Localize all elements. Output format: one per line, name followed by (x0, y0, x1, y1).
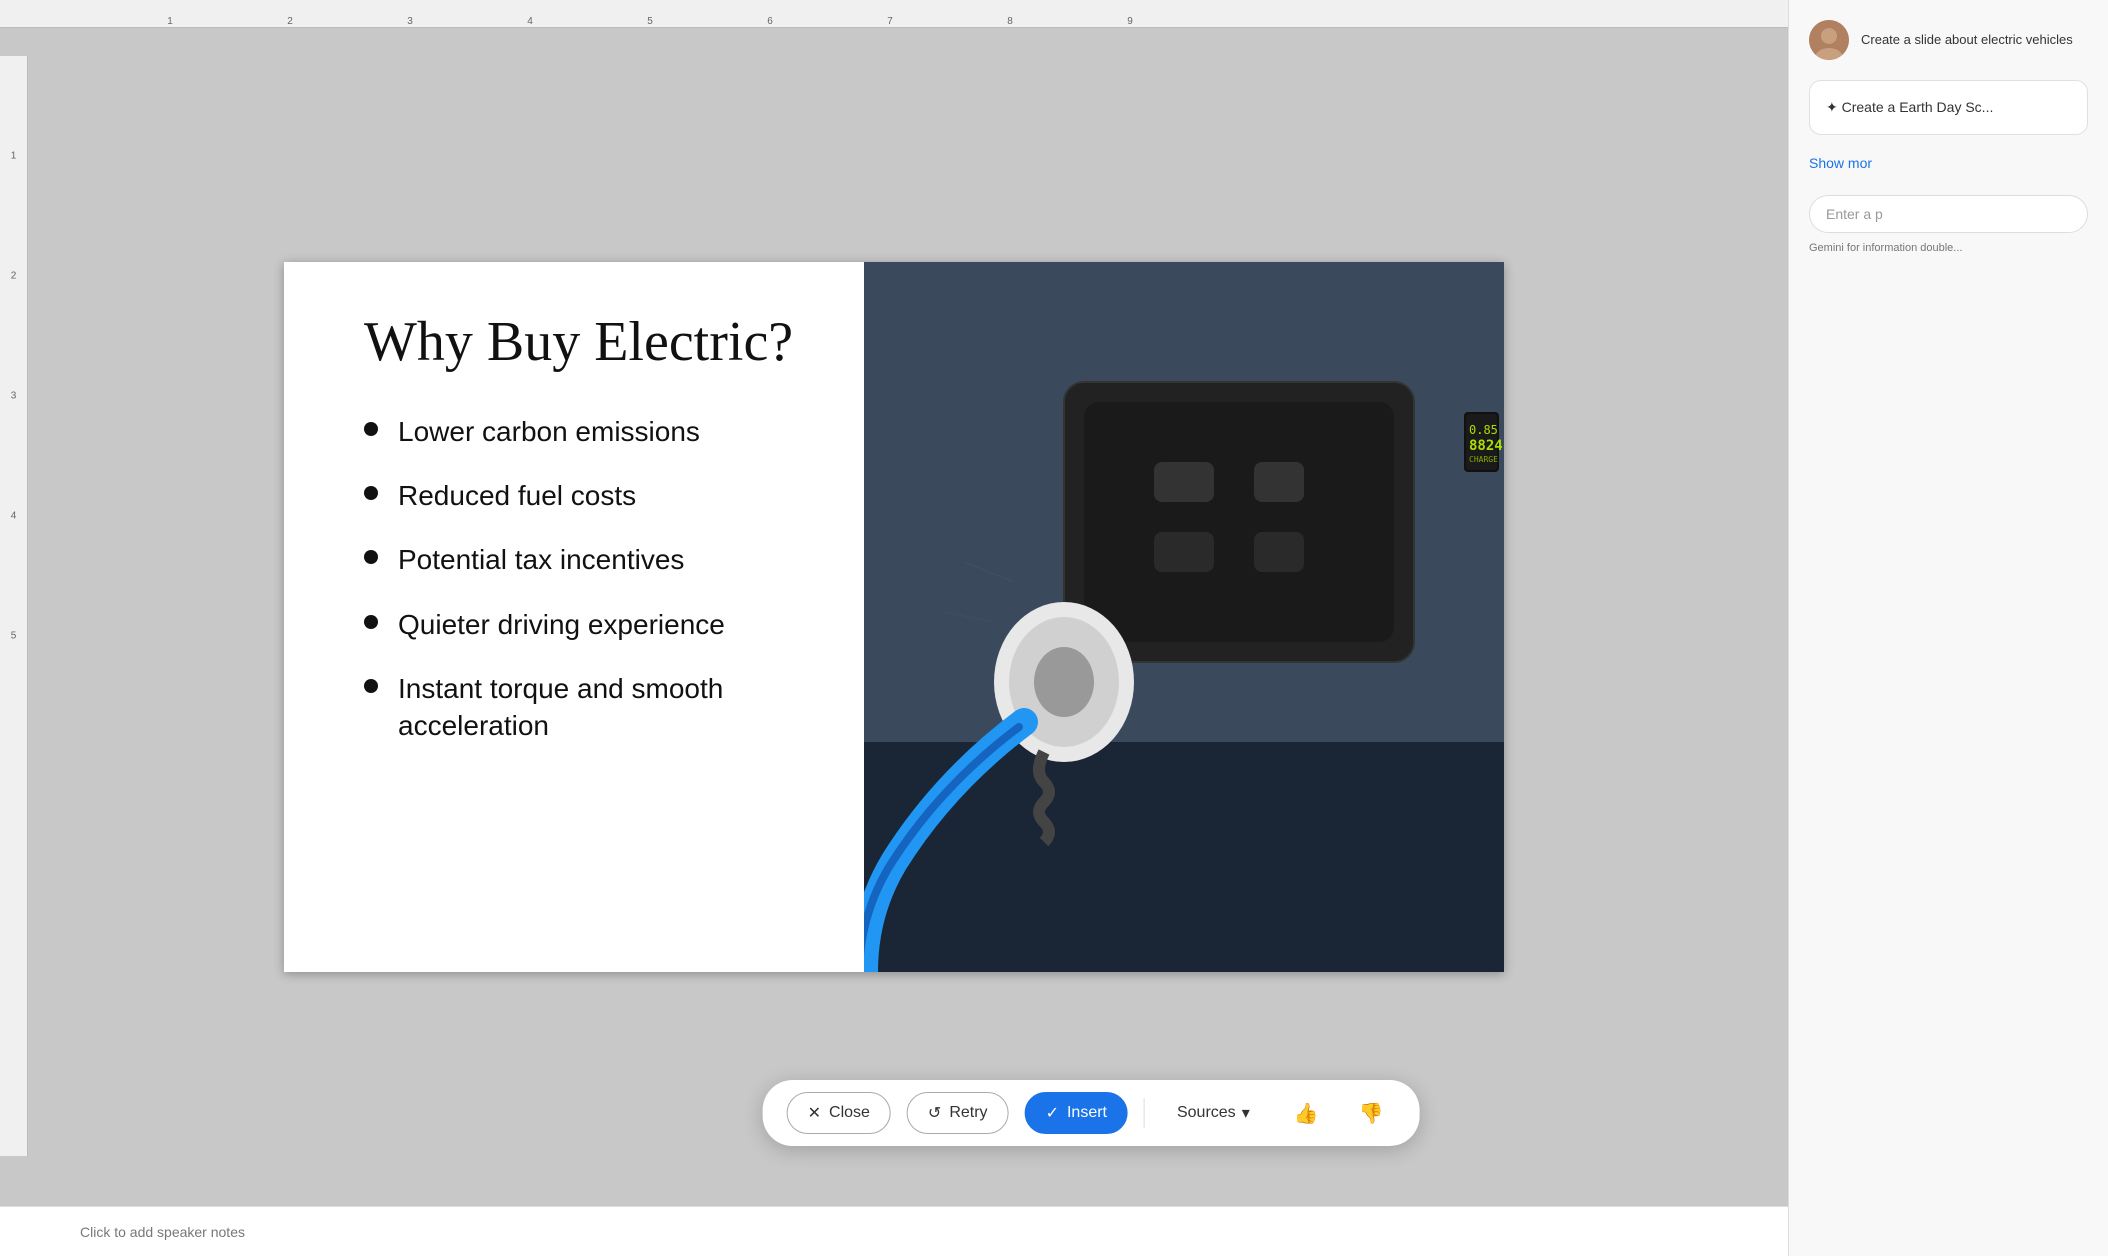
svg-text:0.85: 0.85 (1469, 423, 1498, 437)
sidebar-footer-text: Gemini for information double... (1809, 242, 1962, 254)
bullet-dot-5 (364, 679, 378, 693)
retry-label: Retry (949, 1104, 987, 1122)
thumbs-up-button[interactable]: 👍 (1282, 1093, 1331, 1134)
retry-icon: ↺ (928, 1103, 941, 1123)
bullet-dot-2 (364, 486, 378, 500)
close-icon: ✕ (808, 1103, 821, 1123)
sidebar-footer: Gemini for information double... (1809, 241, 2088, 256)
ruler-top: 1 2 3 4 5 6 7 8 9 (0, 0, 1788, 28)
ruler-mark-3: 3 (407, 16, 413, 27)
ev-charging-image: 0.85 8824 CHARGE (864, 262, 1504, 972)
ruler-mark-9: 9 (1127, 16, 1133, 27)
sources-label: Sources (1177, 1104, 1236, 1122)
bullet-item-2[interactable]: Reduced fuel costs (364, 478, 824, 514)
show-more-label: Show mor (1809, 155, 1872, 171)
ruler-left: 1 2 3 4 5 (0, 56, 28, 1156)
insert-button[interactable]: ✓ Insert (1025, 1092, 1128, 1134)
bullet-item-1[interactable]: Lower carbon emissions (364, 414, 824, 450)
slide-right-panel: 0.85 8824 CHARGE (864, 262, 1504, 972)
notes-bar[interactable]: Click to add speaker notes (0, 1206, 1788, 1256)
slide-title[interactable]: Why Buy Electric? (364, 312, 824, 374)
thumbs-down-button[interactable]: 👎 (1347, 1093, 1396, 1134)
ruler-mark-8: 8 (1007, 16, 1013, 27)
ruler-vmark-2: 2 (0, 271, 27, 282)
bullet-text-4: Quieter driving experience (398, 607, 725, 643)
bullet-item-3[interactable]: Potential tax incentives (364, 542, 824, 578)
insert-label: Insert (1067, 1104, 1107, 1122)
ruler-mark-2: 2 (287, 16, 293, 27)
action-bar: ✕ Close ↺ Retry ✓ Insert Sources ▾ 👍 👎 (763, 1080, 1420, 1146)
bullet-text-3: Potential tax incentives (398, 542, 684, 578)
svg-text:CHARGE: CHARGE (1469, 455, 1498, 464)
gemini-suggestion-text: ✦ Create a Earth Day Sc... (1826, 97, 2071, 118)
sidebar-input-placeholder: Enter a p (1826, 206, 1883, 222)
action-bar-divider (1144, 1098, 1145, 1128)
bullet-dot-3 (364, 550, 378, 564)
sidebar-prompt: Create a slide about electric vehicles (1861, 31, 2073, 49)
sources-button[interactable]: Sources ▾ (1161, 1093, 1266, 1133)
ruler-mark-6: 6 (767, 16, 773, 27)
sidebar-prompt-text: Create a slide about electric vehicles (1861, 32, 2073, 47)
slide-bullet-list: Lower carbon emissions Reduced fuel cost… (364, 414, 824, 772)
sidebar-input-area: Enter a p (1809, 195, 2088, 233)
show-more-button[interactable]: Show mor (1809, 151, 2088, 175)
close-label: Close (829, 1104, 870, 1122)
ruler-vmark-3: 3 (0, 391, 27, 402)
sidebar-input[interactable]: Enter a p (1809, 195, 2088, 233)
ruler-mark-5: 5 (647, 16, 653, 27)
ruler-vmark-5: 5 (0, 631, 27, 642)
ev-charging-svg: 0.85 8824 CHARGE (864, 262, 1504, 972)
slide[interactable]: Why Buy Electric? Lower carbon emissions… (284, 262, 1504, 972)
sources-chevron-icon: ▾ (1242, 1103, 1250, 1123)
ruler-mark-4: 4 (527, 16, 533, 27)
thumbs-up-icon: 👍 (1294, 1101, 1319, 1126)
close-button[interactable]: ✕ Close (787, 1092, 891, 1134)
check-icon: ✓ (1046, 1103, 1059, 1123)
retry-button[interactable]: ↺ Retry (907, 1092, 1009, 1134)
right-sidebar: Create a slide about electric vehicles ✦… (1788, 0, 2108, 1256)
notes-placeholder: Click to add speaker notes (80, 1224, 245, 1240)
ruler-mark-1: 1 (167, 16, 173, 27)
avatar (1809, 20, 1849, 60)
slide-container: 1 2 3 4 5 Why Buy Electric? Lower carbon… (0, 28, 1788, 1206)
bullet-text-2: Reduced fuel costs (398, 478, 636, 514)
bullet-dot-1 (364, 422, 378, 436)
main-area: 1 2 3 4 5 6 7 8 9 1 2 3 4 5 Why Buy Elec… (0, 0, 1788, 1256)
svg-text:8824: 8824 (1469, 438, 1503, 454)
bullet-text-1: Lower carbon emissions (398, 414, 700, 450)
sidebar-header: Create a slide about electric vehicles (1809, 20, 2088, 60)
ruler-vmark-1: 1 (0, 151, 27, 162)
ruler-mark-7: 7 (887, 16, 893, 27)
gemini-suggestion-box: ✦ Create a Earth Day Sc... (1809, 80, 2088, 135)
bullet-item-5[interactable]: Instant torque and smooth acceleration (364, 671, 824, 744)
bullet-text-5: Instant torque and smooth acceleration (398, 671, 824, 744)
ruler-vmark-4: 4 (0, 511, 27, 522)
thumbs-down-icon: 👎 (1359, 1101, 1384, 1126)
bullet-dot-4 (364, 615, 378, 629)
bullet-item-4[interactable]: Quieter driving experience (364, 607, 824, 643)
slide-left-panel: Why Buy Electric? Lower carbon emissions… (284, 262, 864, 972)
